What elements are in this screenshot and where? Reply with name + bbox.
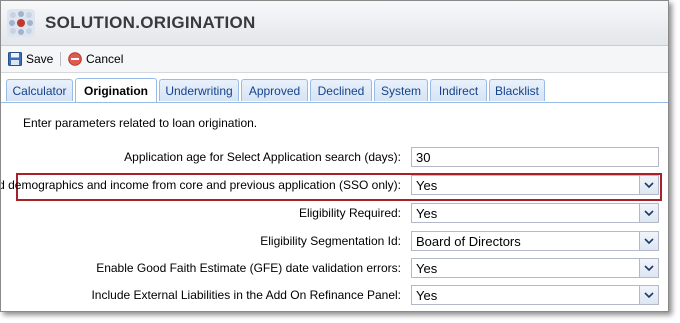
floppy-disk-icon xyxy=(8,52,22,66)
load-demographics-select[interactable]: Yes xyxy=(411,175,659,195)
field-value: Yes xyxy=(416,205,438,221)
tab-label: Calculator xyxy=(12,83,67,98)
eligibility-required-label: Eligibility Required: xyxy=(298,206,401,220)
toolbar: Save Cancel xyxy=(1,46,668,73)
tab-label: Declined xyxy=(317,83,365,98)
tab-label: Underwriting xyxy=(165,83,233,98)
chevron-down-icon[interactable] xyxy=(639,204,658,222)
save-label: Save xyxy=(26,52,54,66)
external-liabilities-label: Include External Liabilities in the Add … xyxy=(91,288,401,302)
page-title: SOLUTION.ORIGINATION xyxy=(45,13,256,32)
tab-label: Approved xyxy=(248,83,301,98)
tab-declined[interactable]: Declined xyxy=(310,79,372,101)
tab-indirect[interactable]: Indirect xyxy=(430,79,487,101)
field-value: Yes xyxy=(416,260,438,276)
cancel-circle-icon xyxy=(68,52,82,66)
tab-strip: Calculator Origination Underwriting Appr… xyxy=(1,77,668,103)
tab-approved[interactable]: Approved xyxy=(241,79,308,101)
tab-label: System xyxy=(380,83,421,98)
save-button[interactable]: Save xyxy=(8,50,53,68)
chevron-down-icon[interactable] xyxy=(639,232,658,250)
gfe-validation-select[interactable]: Yes xyxy=(411,258,659,278)
app-logo-icon xyxy=(7,9,35,37)
load-demographics-label: Load demographics and income from core a… xyxy=(0,178,401,192)
field-value: Board of Directors xyxy=(416,233,521,249)
tab-underwriting[interactable]: Underwriting xyxy=(159,79,239,101)
eligibility-required-select[interactable]: Yes xyxy=(411,203,659,223)
chevron-down-icon[interactable] xyxy=(639,259,658,277)
panel-intro: Enter parameters related to loan origina… xyxy=(23,116,258,130)
tab-blacklist[interactable]: Blacklist xyxy=(489,79,545,101)
tab-label: Indirect xyxy=(438,83,479,98)
gfe-validation-label: Enable Good Faith Estimate (GFE) date va… xyxy=(96,261,401,275)
title-bar: SOLUTION.ORIGINATION xyxy=(1,1,668,46)
application-age-input[interactable]: 30 xyxy=(411,147,659,167)
tab-origination[interactable]: Origination xyxy=(75,78,157,102)
toolbar-separator xyxy=(60,52,61,66)
chevron-down-icon[interactable] xyxy=(639,286,658,304)
tab-calculator[interactable]: Calculator xyxy=(6,79,73,101)
field-value: Yes xyxy=(416,287,438,303)
application-age-label: Application age for Select Application s… xyxy=(124,150,401,164)
field-value: Yes xyxy=(416,177,438,193)
eligibility-segmentation-label: Eligibility Segmentation Id: xyxy=(260,234,401,248)
app-window: SOLUTION.ORIGINATION Save Cancel Calcula… xyxy=(0,0,669,312)
origination-panel: Enter parameters related to loan origina… xyxy=(1,103,668,311)
field-value: 30 xyxy=(416,149,431,165)
tab-system[interactable]: System xyxy=(374,79,428,101)
external-liabilities-select[interactable]: Yes xyxy=(411,285,659,305)
tab-label: Origination xyxy=(84,83,148,98)
chevron-down-icon[interactable] xyxy=(639,176,658,194)
cancel-label: Cancel xyxy=(86,52,124,66)
eligibility-segmentation-select[interactable]: Board of Directors xyxy=(411,231,659,251)
cancel-button[interactable]: Cancel xyxy=(68,50,123,68)
tab-label: Blacklist xyxy=(494,83,539,98)
